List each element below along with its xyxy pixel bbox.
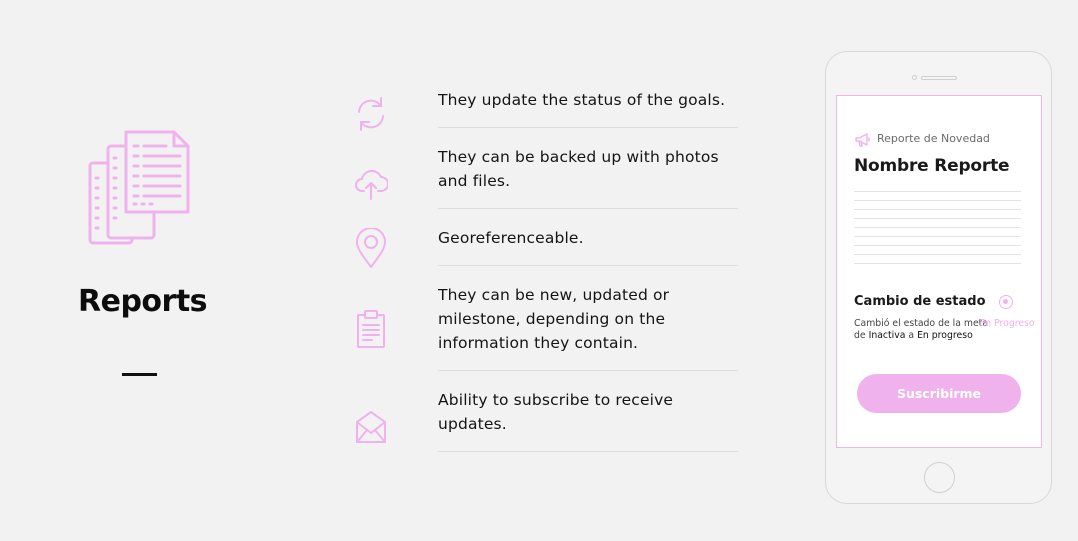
status-from: Inactiva — [868, 330, 906, 341]
divider — [438, 208, 738, 209]
camera-dot — [912, 75, 917, 80]
title-underline — [122, 373, 157, 376]
megaphone-icon — [855, 133, 870, 147]
status-change-title: Cambio de estado — [854, 294, 986, 309]
placeholder-line — [854, 245, 1021, 246]
feature-text: They update the status of the goals. — [438, 91, 726, 109]
placeholder-line — [854, 191, 1021, 192]
report-title: Nombre Reporte — [854, 156, 1010, 176]
status-radio[interactable] — [999, 295, 1013, 309]
placeholder-line — [854, 236, 1021, 237]
feature-text: Ability to subscribe to receive updates. — [438, 391, 674, 433]
divider — [438, 451, 738, 452]
status-description: Cambió el estado de la meta de Inactiva … — [854, 318, 989, 341]
placeholder-line — [854, 227, 1021, 228]
clipboard-icon — [357, 310, 385, 348]
feature-text: Georeferenceable. — [438, 229, 584, 247]
phone-mockup: Reporte de Novedad Nombre Reporte Cambio… — [825, 51, 1052, 504]
documents-icon — [88, 130, 190, 245]
placeholder-line — [854, 209, 1021, 210]
status-to: En progreso — [917, 330, 973, 341]
phone-screen: Reporte de Novedad Nombre Reporte Cambio… — [836, 95, 1042, 448]
subscribe-button[interactable]: Suscribirme — [857, 374, 1021, 413]
feature-text: They can be backed up with photos and fi… — [438, 148, 719, 190]
placeholder-line — [854, 218, 1021, 219]
placeholder-line — [854, 254, 1021, 255]
divider — [438, 265, 738, 266]
location-pin-icon — [356, 228, 386, 268]
placeholder-line — [854, 263, 1021, 264]
refresh-icon — [358, 97, 384, 131]
feature-text: They can be new, updated or milestone, d… — [438, 286, 670, 352]
divider — [438, 370, 738, 371]
divider — [438, 127, 738, 128]
speaker-slot — [921, 76, 957, 80]
home-button[interactable] — [924, 462, 955, 493]
status-badge: En Progreso — [979, 318, 1035, 329]
report-kicker: Reporte de Novedad — [877, 132, 990, 145]
placeholder-line — [854, 200, 1021, 201]
page-title: Reports — [78, 284, 208, 319]
envelope-icon — [356, 411, 386, 443]
cloud-upload-icon — [355, 169, 388, 200]
